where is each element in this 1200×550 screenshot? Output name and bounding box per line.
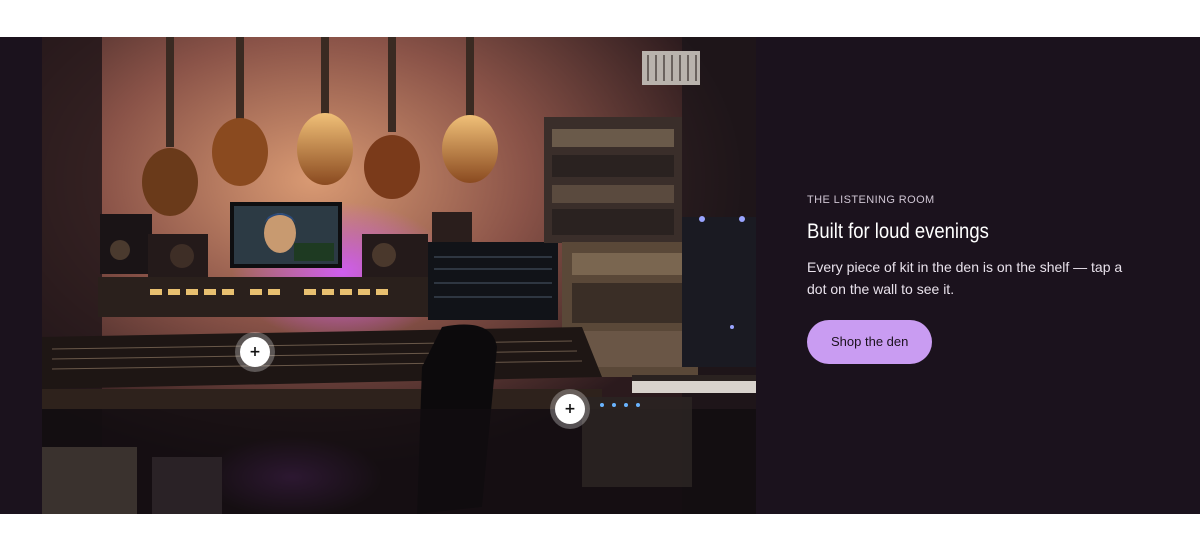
section-description: Every piece of kit in the den is on the …	[807, 259, 1123, 297]
section-heading: Built for loud evenings	[807, 220, 989, 243]
plus-icon: +	[555, 394, 585, 424]
product-hotspot-console[interactable]: +	[235, 332, 275, 372]
shop-the-den-button[interactable]: Shop the den	[807, 320, 933, 364]
studio-photo: + +	[42, 37, 756, 514]
section-content: THE LISTENING ROOM Built for loud evenin…	[807, 194, 1137, 364]
listening-room-section: + + THE LISTENING ROOM Built for loud ev…	[0, 37, 1200, 514]
studio-illustration	[42, 37, 756, 514]
product-hotspot-rack[interactable]: +	[550, 389, 590, 429]
section-eyebrow: THE LISTENING ROOM	[807, 194, 935, 206]
plus-icon: +	[240, 337, 270, 367]
